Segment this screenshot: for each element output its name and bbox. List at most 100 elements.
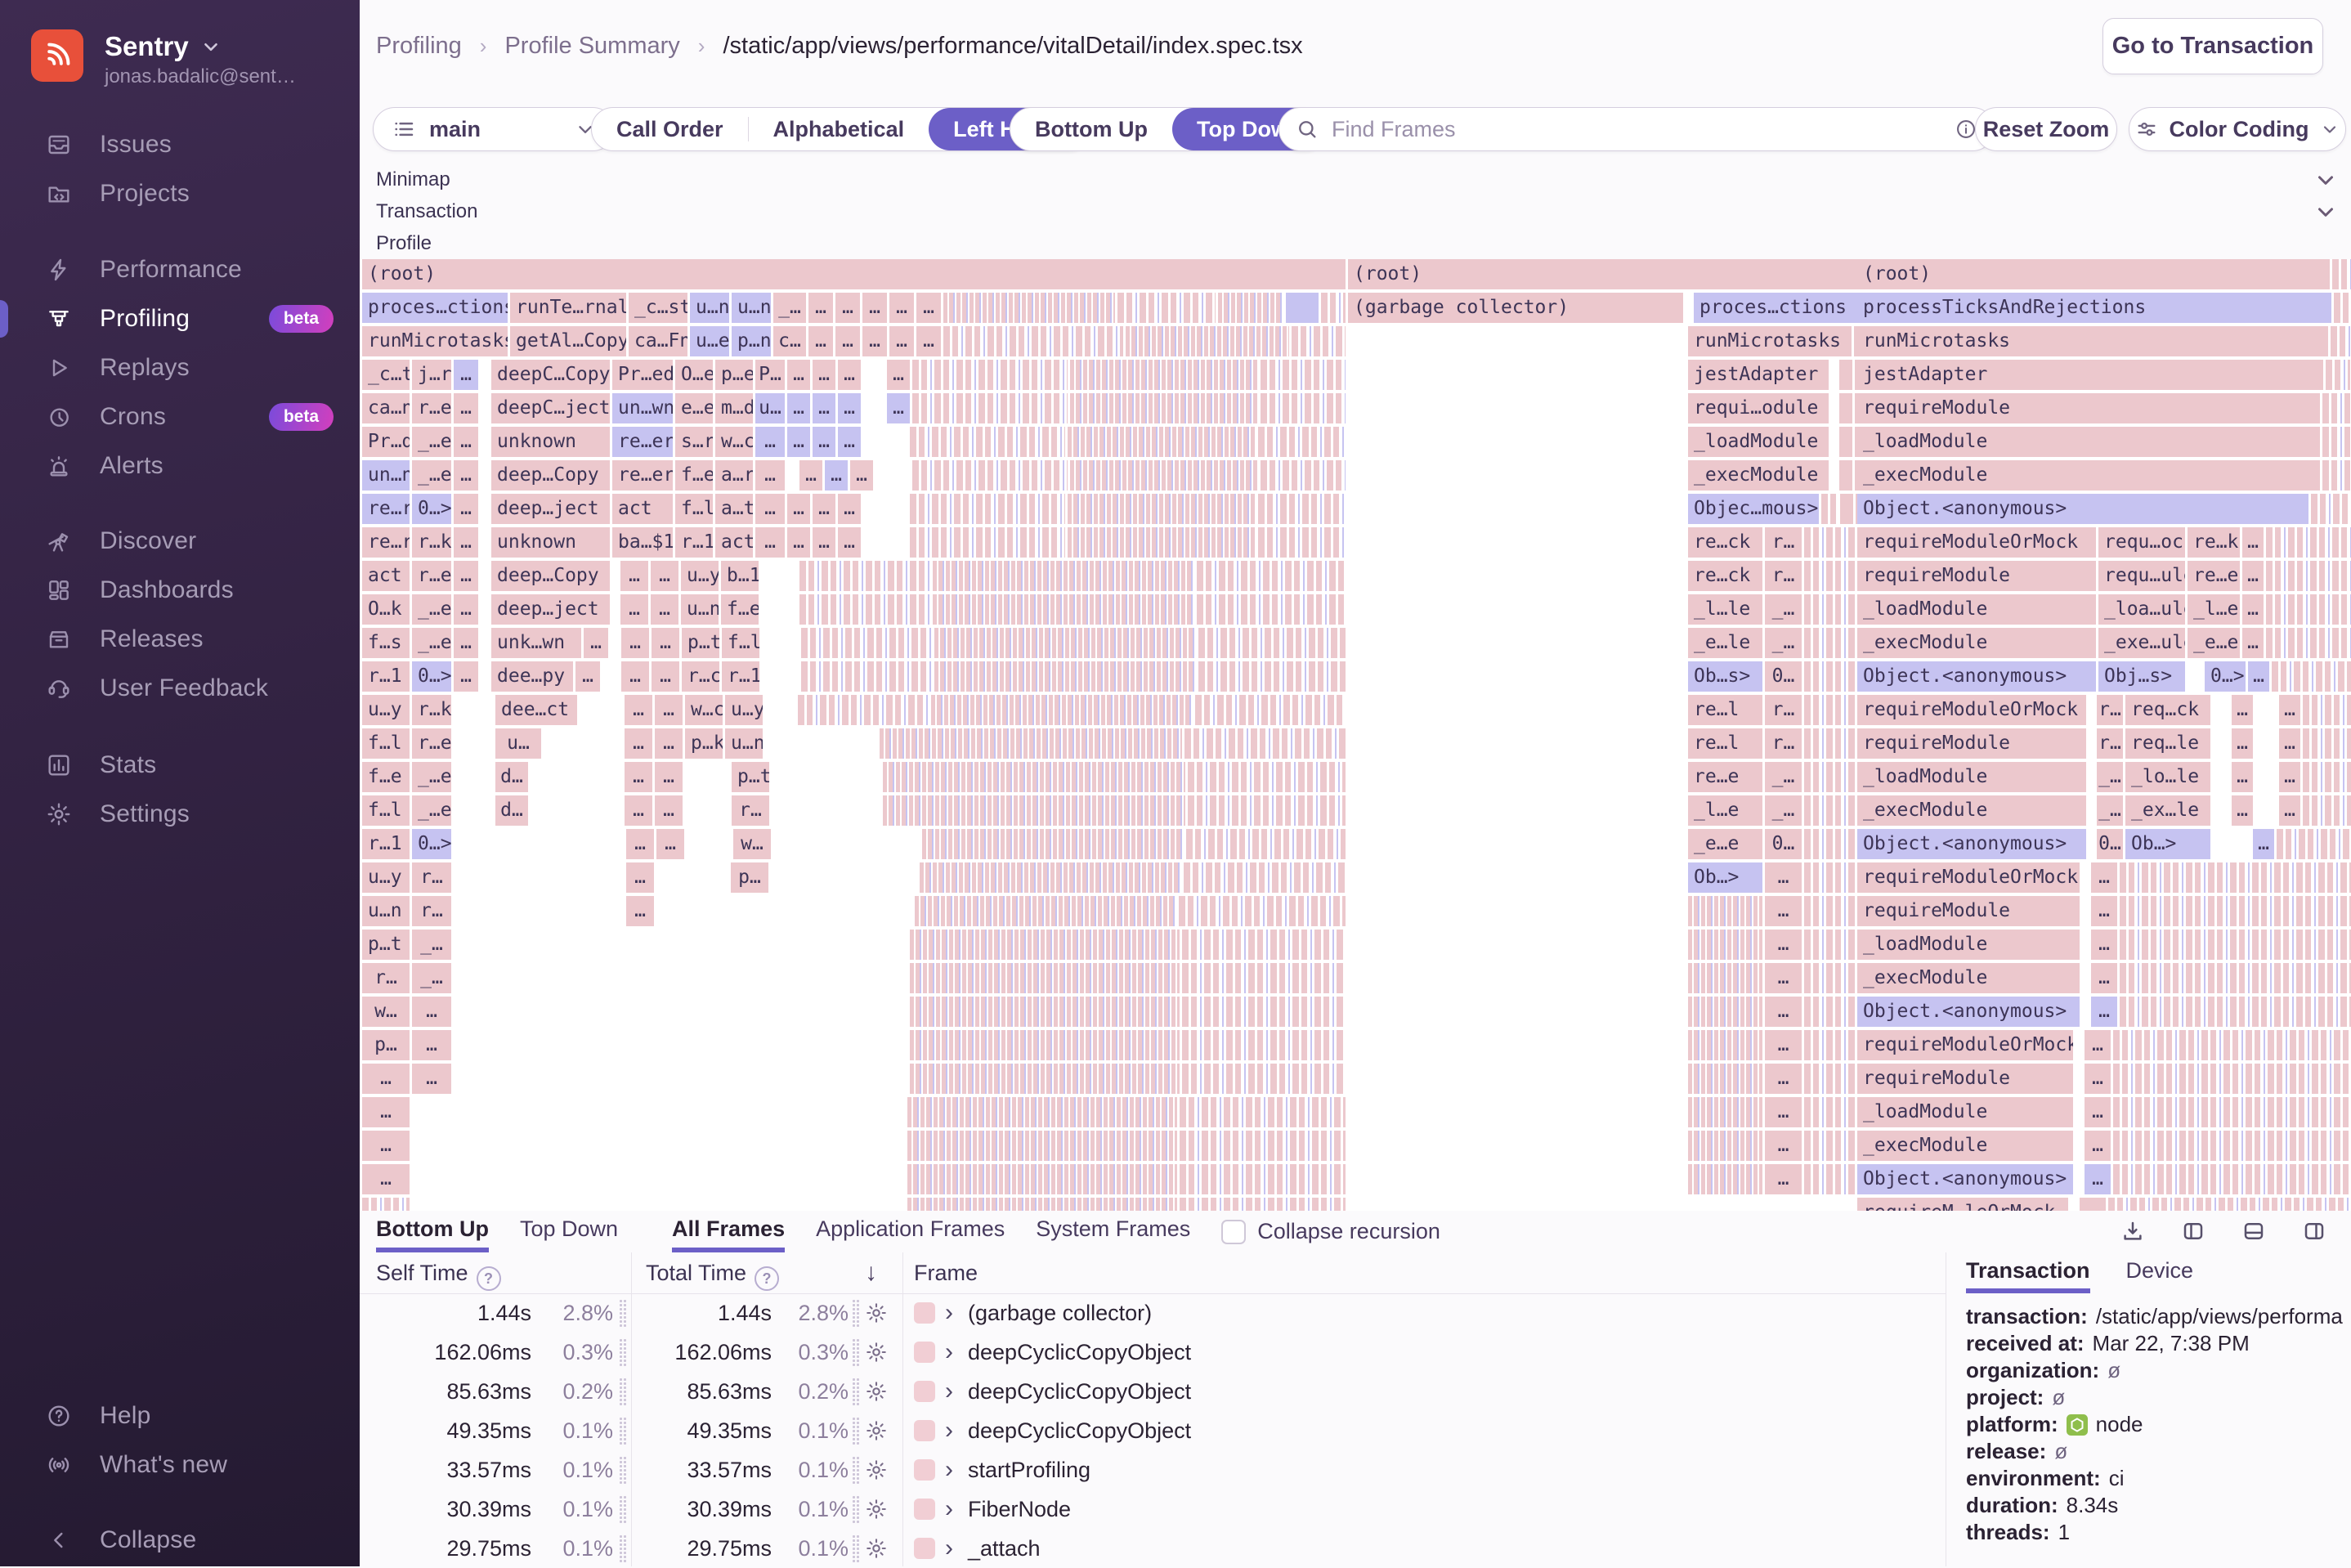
frame-cell[interactable]: … xyxy=(454,561,478,591)
frame-cell[interactable]: _ex…le xyxy=(2125,795,2210,826)
frame-cell[interactable]: … xyxy=(625,728,652,759)
frame-cell[interactable]: r…1 xyxy=(362,661,410,692)
gear-icon[interactable] xyxy=(865,1380,888,1403)
frame-cell[interactable]: … xyxy=(2279,795,2300,826)
frame-cell[interactable]: _l…e xyxy=(1688,795,1762,826)
frame-cell[interactable]: _execModule xyxy=(1857,795,2086,826)
resize-handle[interactable] xyxy=(619,1338,627,1366)
tab-all-frames[interactable]: All Frames xyxy=(672,1211,786,1252)
frame-cell[interactable]: requireModule xyxy=(1857,896,2080,926)
frame-cell[interactable]: Object.<anonymous> xyxy=(1857,661,2096,692)
find-frames-search[interactable] xyxy=(1278,107,1995,151)
chevron-down-icon[interactable] xyxy=(2313,168,2338,192)
frame-name[interactable]: _attach xyxy=(968,1529,1041,1568)
frame-cell[interactable]: requireModule xyxy=(1857,393,2320,423)
gear-icon[interactable] xyxy=(865,1301,888,1324)
gear-icon[interactable] xyxy=(865,1341,888,1364)
sidebar-item-user-feedback[interactable]: User Feedback xyxy=(0,664,360,713)
frame-cell[interactable]: … xyxy=(808,326,833,356)
frame-cell[interactable]: _lo…le xyxy=(2125,762,2210,792)
frame-cell[interactable]: … xyxy=(2279,695,2300,725)
frame-cell[interactable]: … xyxy=(755,494,785,524)
frame-cell[interactable]: r… xyxy=(1765,527,1802,558)
sentry-logo-icon[interactable] xyxy=(31,29,83,82)
sidebar-item-issues[interactable]: Issues xyxy=(0,120,360,169)
frame-cell[interactable]: Obj…s> xyxy=(2098,661,2185,692)
sidebar-item-projects[interactable]: Projects xyxy=(0,169,360,218)
frame-cell[interactable]: … xyxy=(651,561,678,591)
frame-cell[interactable]: 0…> xyxy=(2205,661,2246,692)
frame-cell[interactable]: … xyxy=(2091,930,2117,960)
layout-dock-left-icon[interactable] xyxy=(2181,1219,2205,1243)
frame-name[interactable]: deepCyclicCopyObject xyxy=(968,1333,1191,1372)
resize-handle[interactable] xyxy=(852,1299,860,1327)
resize-handle[interactable] xyxy=(852,1338,860,1366)
frame-cell[interactable]: _… xyxy=(2097,762,2123,792)
frame-cell[interactable]: p…t xyxy=(682,628,719,658)
frame-cell[interactable]: … xyxy=(813,393,835,423)
frame-cell[interactable]: f…e xyxy=(721,594,759,625)
frame-cell[interactable]: re…r xyxy=(362,527,410,558)
frame-cell[interactable]: … xyxy=(2091,862,2117,893)
frame-cell[interactable]: deepC…ject xyxy=(491,393,610,423)
expand-chevron-icon[interactable]: › xyxy=(945,1333,953,1372)
frame-cell[interactable]: … xyxy=(655,695,683,725)
frame-cell[interactable]: … xyxy=(1765,1064,1802,1094)
frame-cell[interactable]: _…e xyxy=(412,594,451,625)
frame-cell[interactable]: req…ck xyxy=(2125,695,2210,725)
frame-cell[interactable]: un…n xyxy=(362,460,410,491)
frame-cell[interactable]: d… xyxy=(495,795,528,826)
frame-cell[interactable]: Ob…> xyxy=(2125,829,2210,859)
frame-cell[interactable]: _e…e xyxy=(2188,628,2240,658)
frame-cell[interactable]: … xyxy=(799,460,822,491)
frame-cell[interactable]: deep…ject xyxy=(491,494,610,524)
frame-cell[interactable]: requireModuleOrMock xyxy=(1857,862,2080,893)
resize-handle[interactable] xyxy=(852,1378,860,1405)
frame-cell[interactable]: unk…wn xyxy=(491,628,581,658)
frame-cell[interactable]: r… xyxy=(1765,695,1802,725)
self-time-column-header[interactable]: Self Time? xyxy=(376,1252,501,1293)
frame-cell[interactable]: p…t xyxy=(732,762,769,792)
frame-cell[interactable]: u…y xyxy=(725,695,763,725)
frame-cell[interactable]: requi…odule xyxy=(1688,393,1829,423)
frame-cell[interactable]: … xyxy=(454,494,478,524)
frame-cell[interactable]: … xyxy=(1765,1030,1802,1060)
frame-cell[interactable]: f…s xyxy=(362,628,410,658)
frame-cell[interactable]: _… xyxy=(773,293,806,323)
frame-cell[interactable]: … xyxy=(2279,762,2300,792)
frame-cell[interactable]: … xyxy=(655,795,683,826)
expand-chevron-icon[interactable]: › xyxy=(945,1450,953,1490)
reset-zoom-button[interactable]: Reset Zoom xyxy=(1975,107,2117,151)
frame-cell[interactable]: r…e xyxy=(412,728,451,759)
frame-cell[interactable]: … xyxy=(838,393,861,423)
transaction-strip[interactable]: Transaction xyxy=(360,195,2351,228)
frame-cell[interactable]: … xyxy=(755,427,785,457)
frame-cell[interactable]: … xyxy=(655,762,683,792)
frame-name[interactable]: deepCyclicCopyObject xyxy=(968,1411,1191,1450)
frame-cell[interactable]: … xyxy=(454,460,478,491)
frame-cell[interactable]: u…n xyxy=(725,728,763,759)
resize-handle[interactable] xyxy=(619,1495,627,1523)
frame-cell[interactable]: _…e xyxy=(412,460,451,491)
frame-cell[interactable]: f…l xyxy=(675,494,713,524)
frame-cell[interactable]: … xyxy=(625,695,652,725)
frame-cell[interactable]: … xyxy=(850,460,873,491)
frame-cell[interactable]: … xyxy=(787,393,810,423)
frame-cell[interactable]: … xyxy=(2232,762,2253,792)
frame-cell[interactable]: _…e xyxy=(412,762,451,792)
frame-cell[interactable]: … xyxy=(362,1064,410,1094)
frame-cell[interactable]: requireModuleOrMock xyxy=(1857,1030,2073,1060)
frame-cell[interactable]: _… xyxy=(2097,795,2123,826)
frame-cell[interactable]: p…t xyxy=(362,930,410,960)
frame-cell[interactable]: … xyxy=(889,326,914,356)
frame-cell[interactable]: act xyxy=(362,561,410,591)
resize-handle[interactable] xyxy=(619,1534,627,1562)
frame-cell[interactable]: _execModule xyxy=(1857,460,2320,491)
frame-cell[interactable]: u…n xyxy=(681,594,719,625)
frame-cell[interactable]: _loadModule xyxy=(1857,427,2320,457)
resize-handle[interactable] xyxy=(619,1417,627,1445)
sidebar-item-collapse[interactable]: Collapse xyxy=(0,1516,360,1565)
frame-cell[interactable]: … xyxy=(584,628,608,658)
frame-cell[interactable]: Pr…d xyxy=(362,427,410,457)
frame-cell[interactable]: … xyxy=(1765,1131,1802,1161)
